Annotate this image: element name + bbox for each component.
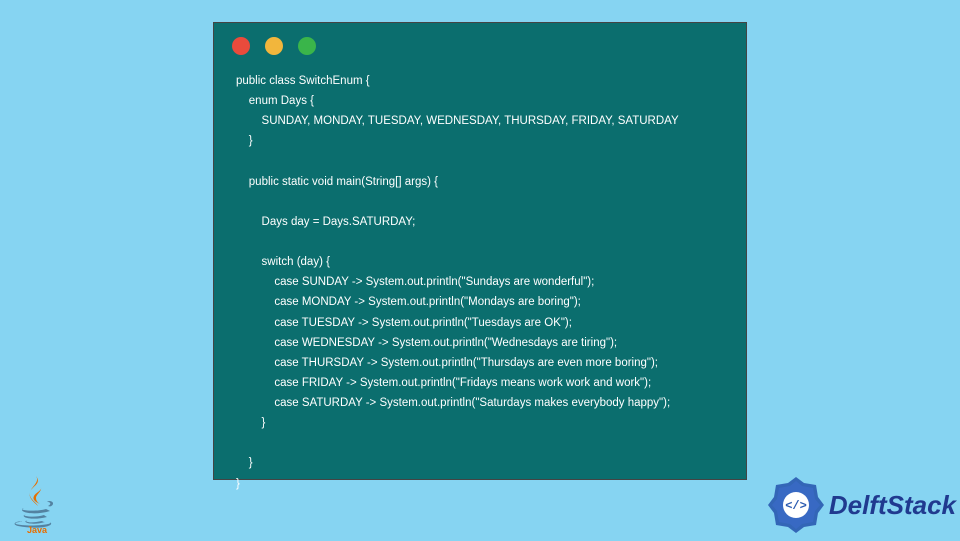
code-window: public class SwitchEnum { enum Days { SU… — [213, 22, 747, 480]
delftstack-logo: </> DelftStack — [765, 474, 956, 536]
java-logo: Java — [14, 474, 60, 534]
close-icon — [232, 37, 250, 55]
window-controls — [214, 23, 746, 61]
svg-text:</>: </> — [785, 499, 807, 513]
code-block: public class SwitchEnum { enum Days { SU… — [214, 61, 746, 504]
minimize-icon — [265, 37, 283, 55]
delftstack-label: DelftStack — [829, 490, 956, 521]
delftstack-badge-icon: </> — [765, 474, 827, 536]
svg-text:Java: Java — [27, 525, 48, 534]
maximize-icon — [298, 37, 316, 55]
